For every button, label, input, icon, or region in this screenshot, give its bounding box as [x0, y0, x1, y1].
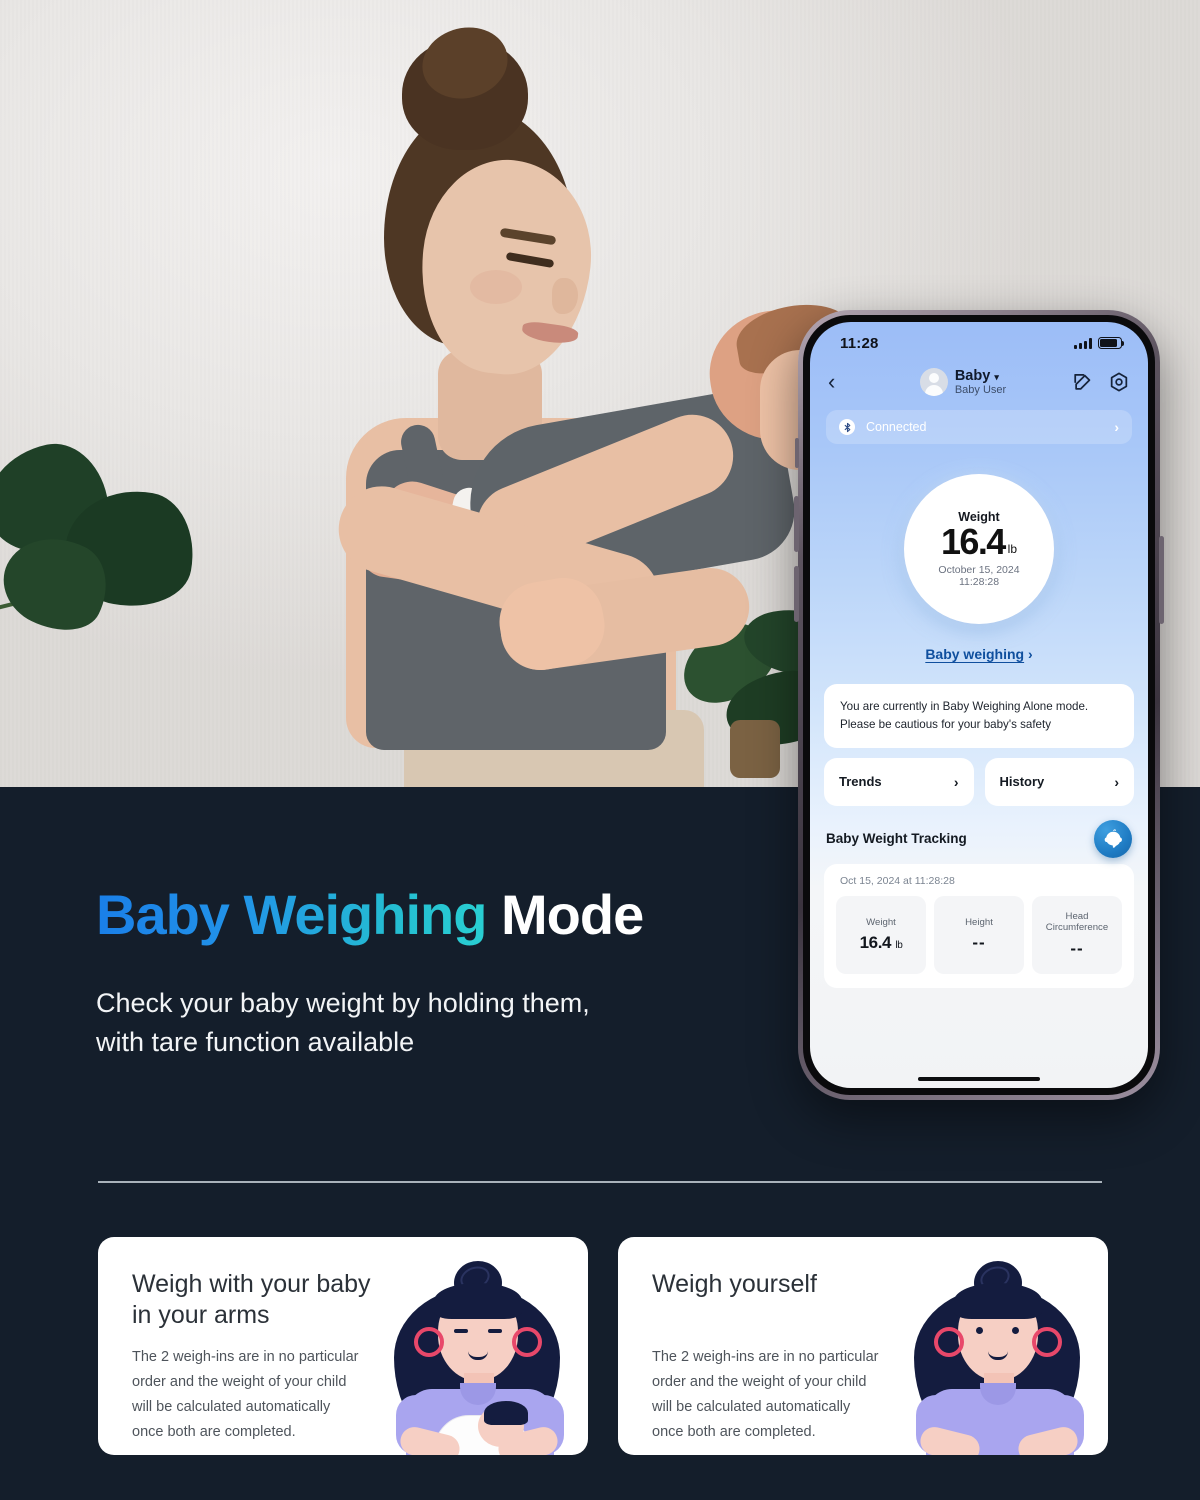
user-avatar-icon — [919, 367, 948, 396]
card-body-line-2: order and the weight of your child — [132, 1373, 347, 1390]
connection-status-row[interactable]: Connected › — [826, 410, 1132, 444]
chevron-right-icon: › — [1114, 419, 1119, 435]
metric-weight[interactable]: Weight 16.4 lb — [836, 895, 926, 974]
power-button[interactable] — [1159, 536, 1164, 624]
card-body-line-4: once both are completed. — [132, 1423, 296, 1440]
card-body: The 2 weigh-ins are in no particular ord… — [652, 1345, 922, 1445]
connection-label: Connected — [866, 420, 927, 434]
metric-value: -- — [1070, 938, 1084, 958]
card-body-line-4: once both are completed. — [652, 1423, 816, 1440]
feature-cards: Weigh with your baby in your arms The 2 … — [0, 1237, 1200, 1457]
status-time: 11:28 — [840, 334, 879, 352]
chevron-left-icon[interactable]: ‹ — [828, 371, 854, 393]
history-label: History — [999, 774, 1045, 790]
app-navbar: ‹ Baby ▾ Baby User — [810, 358, 1148, 406]
metric-value: 16.4 lb — [860, 933, 903, 953]
subheadline-line-2: with tare function available — [96, 1027, 415, 1058]
metric-label: Head Circumference — [1046, 911, 1108, 934]
volume-up-button[interactable] — [794, 496, 799, 552]
baby-face-icon[interactable] — [1094, 819, 1132, 858]
card-body-line-3: will be calculated automatically — [652, 1398, 851, 1415]
profile-subtitle: Baby User — [954, 383, 1007, 396]
profile-name-text: Baby — [954, 367, 991, 384]
mother-and-baby — [170, 18, 859, 787]
metric-value: -- — [972, 933, 986, 953]
chevron-right-icon: › — [953, 773, 959, 790]
mother-holding-baby-illustration — [372, 1255, 582, 1455]
card-body-line-1: The 2 weigh-ins are in no particular — [652, 1349, 879, 1365]
profile-name: Baby ▾ — [955, 368, 1006, 384]
mute-switch[interactable] — [795, 438, 799, 468]
edit-square-icon[interactable] — [1072, 371, 1094, 393]
metric-height[interactable]: Height -- — [934, 895, 1024, 974]
app-screen: 11:28 ‹ Baby ▾ Baby User Connected › Wei… — [810, 322, 1148, 1088]
metric-label: Weight — [866, 916, 896, 928]
trends-button[interactable]: Trends › — [824, 757, 974, 806]
weight-dial[interactable]: Weight 16.4 lb October 15, 2024 11:28:28 — [904, 474, 1054, 624]
safety-notice-line-1: You are currently in Baby Weighing Alone… — [840, 700, 1089, 713]
headline-gradient-text: Baby Weighing — [96, 883, 501, 946]
navbar-actions — [1072, 371, 1130, 393]
metric-unit: lb — [895, 940, 903, 952]
profile-names: Baby ▾ Baby User — [955, 368, 1006, 397]
metric-list: Weight 16.4 lb Height -- Head Circumfere… — [836, 895, 1122, 974]
settings-gear-icon[interactable] — [1108, 371, 1130, 393]
dial-time: 11:28:28 — [958, 576, 1000, 589]
quick-actions: Trends › History › — [824, 757, 1134, 806]
tracking-card: Oct 15, 2024 at 11:28:28 Weight 16.4 lb … — [824, 863, 1134, 988]
metric-head-circumference[interactable]: Head Circumference -- — [1032, 895, 1122, 974]
dial-value-row: 16.4 lb — [940, 520, 1017, 562]
subheadline: Check your baby weight by holding them, … — [96, 984, 590, 1062]
subheadline-line-1: Check your baby weight by holding them, — [96, 988, 590, 1018]
tracking-title: Baby Weight Tracking — [826, 831, 967, 847]
tracking-timestamp: Oct 15, 2024 at 11:28:28 — [840, 874, 955, 887]
battery-full-icon — [1098, 337, 1125, 349]
dial-weight-unit: lb — [1007, 542, 1017, 557]
safety-notice: You are currently in Baby Weighing Alone… — [824, 684, 1134, 748]
safety-notice-line-2: Please be cautious for your baby's safet… — [840, 717, 1052, 731]
tracking-header: Baby Weight Tracking — [826, 819, 1132, 858]
card-body: The 2 weigh-ins are in no particular ord… — [132, 1345, 402, 1445]
metric-number: 16.4 — [859, 933, 892, 953]
card-body-line-3: will be calculated automatically — [132, 1398, 331, 1415]
weight-dial-area: Weight 16.4 lb October 15, 2024 11:28:28 — [810, 444, 1148, 654]
feature-card-weigh-with-baby: Weigh with your baby in your arms The 2 … — [98, 1237, 588, 1455]
home-indicator[interactable] — [918, 1076, 1040, 1081]
status-bar: 11:28 — [810, 322, 1148, 358]
profile-selector[interactable]: Baby ▾ Baby User — [854, 368, 1072, 397]
metric-label-line-1: Head — [1065, 910, 1089, 922]
cellular-bars-icon — [1074, 337, 1092, 349]
volume-down-button[interactable] — [794, 566, 799, 622]
page-title: Baby Weighing Mode — [96, 887, 644, 943]
card-body-line-1: The 2 weigh-ins are in no particular — [132, 1349, 359, 1365]
woman-standing-illustration — [892, 1255, 1102, 1455]
metric-label-line-2: Circumference — [1045, 922, 1109, 934]
dial-date: October 15, 2024 — [938, 564, 1020, 577]
history-button[interactable]: History › — [984, 757, 1134, 806]
section-divider — [98, 1181, 1102, 1183]
card-body-line-2: order and the weight of your child — [652, 1373, 867, 1390]
phone-bezel: 11:28 ‹ Baby ▾ Baby User Connected › Wei… — [803, 315, 1155, 1095]
headline-white-text: Mode — [501, 883, 644, 946]
trends-label: Trends — [839, 774, 882, 790]
chevron-down-icon: ▾ — [994, 371, 999, 382]
status-icons — [1074, 337, 1125, 349]
phone-mockup: 11:28 ‹ Baby ▾ Baby User Connected › Wei… — [794, 310, 1164, 1100]
chevron-right-icon: › — [1114, 773, 1119, 790]
dial-weight-value: 16.4 — [940, 520, 1006, 562]
bluetooth-icon — [839, 419, 855, 435]
metric-label: Height — [965, 916, 993, 928]
feature-card-weigh-yourself: Weigh yourself The 2 weigh-ins are in no… — [618, 1237, 1108, 1455]
